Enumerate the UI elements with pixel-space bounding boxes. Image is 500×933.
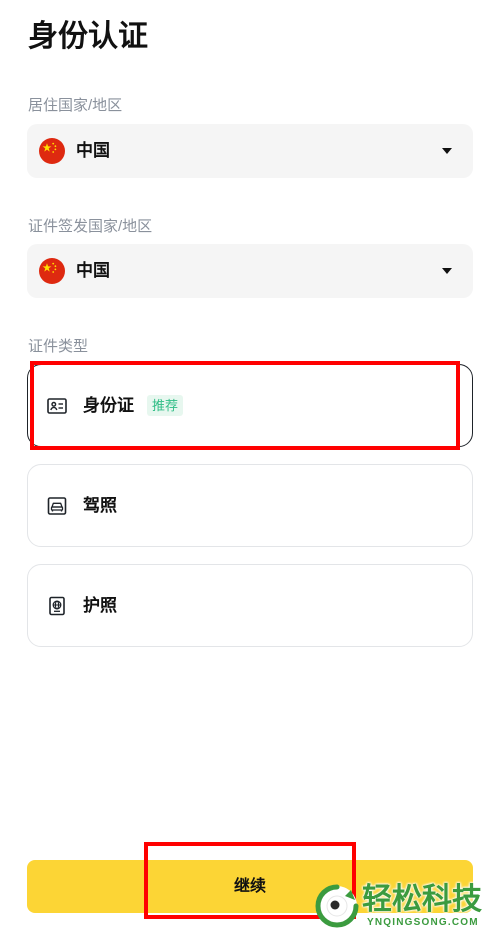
page-title: 身份认证 xyxy=(28,20,148,53)
residence-country-label: 居住国家/地区 xyxy=(28,97,123,114)
watermark-domain: YNQINGSONG.COM xyxy=(367,917,479,928)
document-option-label: 驾照 xyxy=(83,496,117,515)
chevron-down-icon xyxy=(442,268,452,274)
document-option-passport[interactable]: 护照 xyxy=(27,564,473,647)
watermark-logo-icon xyxy=(315,884,359,928)
document-option-label: 护照 xyxy=(83,596,117,615)
residence-country-select[interactable]: 中国 xyxy=(27,124,473,178)
chevron-down-icon xyxy=(442,148,452,154)
driver-license-icon xyxy=(47,496,67,516)
issuing-country-select[interactable]: 中国 xyxy=(27,244,473,298)
document-type-label: 证件类型 xyxy=(28,338,89,355)
passport-icon xyxy=(47,596,67,616)
document-option-driver-license[interactable]: 驾照 xyxy=(27,464,473,547)
watermark-brand: 轻松科技 xyxy=(362,883,482,916)
china-flag-icon xyxy=(39,138,65,164)
residence-country-value: 中国 xyxy=(76,141,110,160)
issuing-country-label: 证件签发国家/地区 xyxy=(28,218,153,235)
highlight-box-id-card xyxy=(30,361,460,450)
issuing-country-value: 中国 xyxy=(76,261,110,280)
china-flag-icon xyxy=(39,258,65,284)
